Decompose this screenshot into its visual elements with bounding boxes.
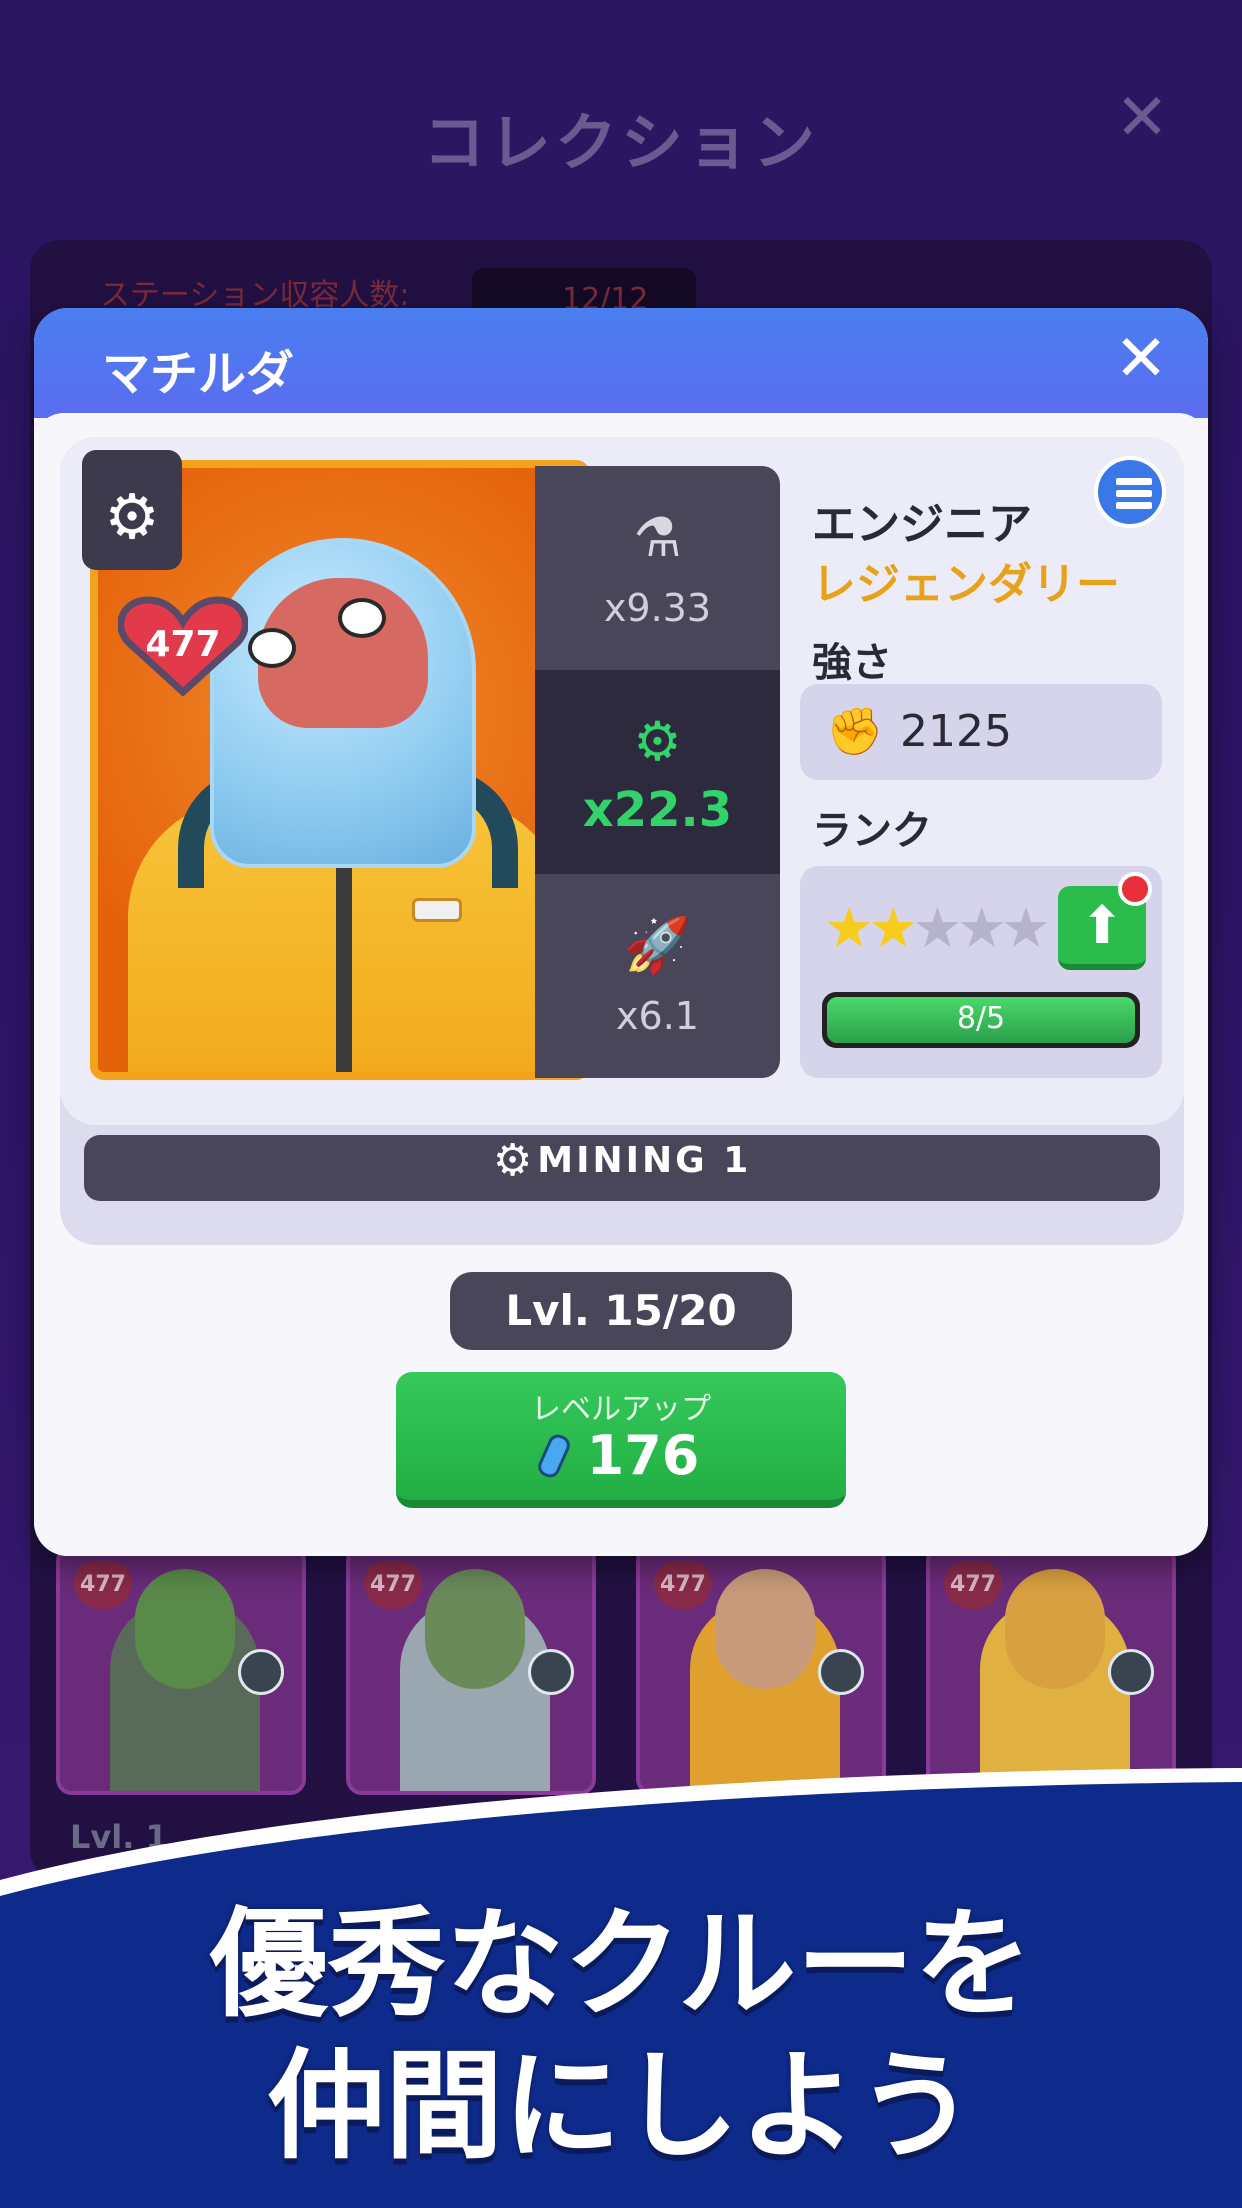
character-eye [338,598,386,638]
heart-badge: 477 [364,1561,422,1609]
crew-name: マチルダ [102,346,295,402]
strength-box: ✊ 2125 [800,684,1162,780]
gears-icon: ⚙ [492,1135,533,1186]
gears-icon: ⚙ [104,480,160,553]
heart-badge: 477 [944,1561,1002,1609]
crew-card[interactable]: 477 [56,1545,306,1795]
crew-card[interactable]: 477 [926,1545,1176,1795]
modal-header: マチルダ ✕ [34,308,1208,418]
crew-head [425,1569,525,1689]
multiplier-value: x22.3 [582,782,733,838]
list-icon [1116,490,1152,497]
character-eye [248,628,296,668]
heart-badge: 477 [74,1561,132,1609]
multiplier-value: x9.33 [603,586,712,630]
star-filled-icon: ★ [824,896,874,961]
level-up-cost: 176 [396,1424,846,1487]
notification-dot [1118,872,1152,906]
promo-headline-line2: 仲間にしよう [266,2037,975,2175]
multiplier-value: x6.1 [616,994,699,1038]
heart-badge: 477 [654,1561,712,1609]
rocket-icon: 🚀 [623,914,692,977]
level-up-label: レベルアップ [531,1392,711,1427]
crew-head [715,1569,815,1689]
rank-progress-bar: 8/5 [822,992,1140,1048]
rank-box: ★★★★★ ⬆ 8/5 [800,866,1162,1078]
rank-progress-text: 8/5 [956,1001,1006,1036]
star-filled-icon: ★ [868,896,918,961]
rank-stars: ★★★★★ [824,896,1051,961]
close-button[interactable]: ✕ [1108,326,1174,392]
heart-count: 477 [145,624,221,665]
list-icon [1116,502,1152,509]
star-empty-icon: ★ [1000,896,1051,961]
multiplier-launch: 🚀 x6.1 [535,874,780,1078]
crew-rarity: レジェンダリー [812,559,1120,610]
robot-icon [528,1649,574,1695]
mining-skill-bar: ⚙ MINING 1 [84,1135,1160,1201]
crew-card[interactable]: 477 [636,1545,886,1795]
level-up-cost-value: 176 [586,1424,700,1487]
robot-icon [818,1649,864,1695]
flask-icon: ⚗ [633,506,682,569]
crew-card[interactable]: 477 [346,1545,596,1795]
level-up-button[interactable]: レベルアップ 176 [396,1372,846,1508]
robot-icon [238,1649,284,1695]
collection-close-button[interactable]: ✕ [1112,86,1172,150]
star-empty-icon: ★ [912,896,962,961]
multiplier-column: ⚗ x9.33 ⚙ x22.3 🚀 x6.1 [535,466,780,1078]
crew-role: エンジニア [812,499,1032,550]
character-zipper [336,868,352,1072]
potion-icon [534,1431,573,1481]
list-icon [1116,478,1152,485]
rank-label: ランク [812,808,932,854]
crew-head [135,1569,235,1689]
gears-icon: ⚙ [633,710,682,773]
collection-title: コレクション [422,106,819,179]
heart-badge: 477 [118,596,248,696]
robot-icon [1108,1649,1154,1695]
multiplier-research: ⚗ x9.33 [535,466,780,670]
list-button[interactable] [1094,456,1166,528]
strength-value: 2125 [900,706,1012,757]
multiplier-engineering: ⚙ x22.3 [535,670,780,874]
mining-label: MINING 1 [537,1140,752,1181]
fist-icon: ✊ [826,704,884,758]
strength-label: 強さ [812,640,892,686]
crew-head [1005,1569,1105,1689]
star-empty-icon: ★ [956,896,1007,961]
character-name-tag [412,898,462,922]
class-badge: ⚙ [82,450,182,570]
level-indicator: Lvl. 15/20 [450,1272,792,1350]
